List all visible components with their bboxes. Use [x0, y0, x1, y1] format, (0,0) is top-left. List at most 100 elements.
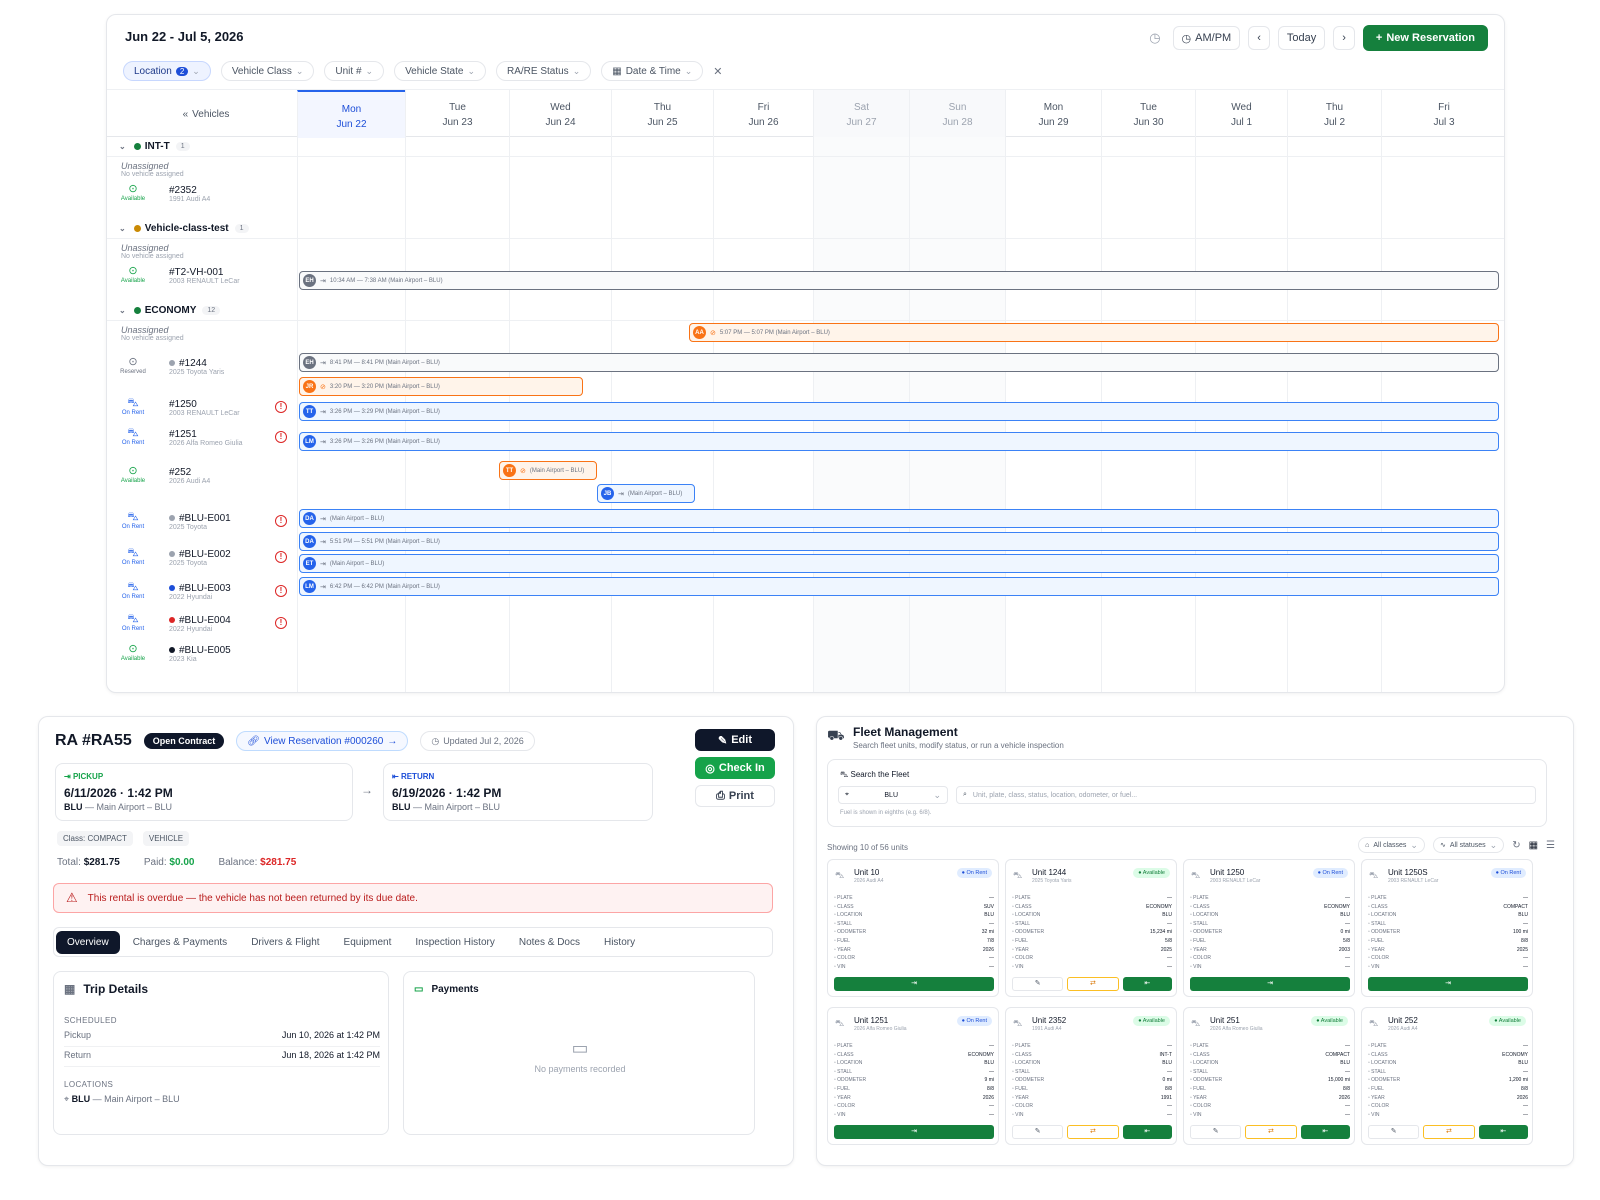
tab-drivers-flight[interactable]: Drivers & Flight	[240, 931, 330, 954]
check-out-button[interactable]: ⇤	[1122, 1125, 1172, 1139]
alert-icon[interactable]: !	[275, 551, 287, 563]
day-column-header[interactable]: Sat Jun 27	[813, 90, 909, 138]
unit-card[interactable]: ⛍ Unit 252 2026 Audi A4 ● Available ▫ PLATE —…	[1361, 1007, 1533, 1145]
booking-bar[interactable]: TT ⊘ (Main Airport – BLU)	[499, 461, 597, 480]
vehicle-row[interactable]: #1251 2026 Alfa Romeo Giulia	[169, 429, 289, 447]
vehicle-row[interactable]: #2352 1991 Audi A4	[169, 185, 289, 203]
swap-button[interactable]: ⇄	[1423, 1125, 1475, 1139]
day-column-header[interactable]: Fri Jul 3	[1381, 90, 1504, 138]
check-out-button[interactable]: ⇤	[1478, 1125, 1528, 1139]
day-column-header[interactable]: Mon Jun 22	[297, 90, 405, 138]
tab-history[interactable]: History	[593, 931, 646, 954]
check-in-button[interactable]: ⇥	[1368, 977, 1528, 991]
day-column-header[interactable]: Tue Jun 30	[1101, 90, 1195, 138]
filter-vehicle-class[interactable]: Vehicle Class ⌄	[220, 61, 315, 81]
check-in-button[interactable]: ⇥	[1190, 977, 1350, 991]
check-out-button[interactable]: ⇤	[1300, 1125, 1350, 1139]
unit-card[interactable]: ⛍ Unit 1250S 2003 RENAULT LeCar ● On Rent ▫ …	[1361, 859, 1533, 997]
all-statuses-filter[interactable]: ∿ All statuses ⌄	[1432, 837, 1505, 853]
edit-unit-button[interactable]: ✎	[1012, 977, 1064, 991]
check-in-button[interactable]: ⇥	[834, 1125, 994, 1139]
vehicle-row[interactable]: #1250 2003 RENAULT LeCar	[169, 399, 289, 417]
tab-inspection-history[interactable]: Inspection History	[404, 931, 505, 954]
check-out-button[interactable]: ⇤	[1122, 977, 1172, 991]
print-button[interactable]: ⎙ Print	[695, 785, 775, 807]
today-button[interactable]: Today	[1277, 26, 1326, 50]
edit-unit-button[interactable]: ✎	[1368, 1125, 1420, 1139]
refresh-icon[interactable]: ↻	[1512, 840, 1520, 851]
day-column-header[interactable]: Tue Jun 23	[405, 90, 509, 138]
vehicle-row[interactable]: #BLU-E003 2022 Hyundai	[169, 583, 289, 601]
booking-bar[interactable]: EH ⇥ 8:41 PM — 8:41 PM (Main Airport – BLU…	[299, 353, 1499, 372]
unit-card[interactable]: ⛍ Unit 10 2026 Audi A4 ● On Rent ▫ PLATE — ▫ C…	[827, 859, 999, 997]
swap-button[interactable]: ⇄	[1067, 977, 1119, 991]
filter-date-time[interactable]: ▦ Date & Time ⌄	[601, 61, 704, 81]
tab-overview[interactable]: Overview	[56, 930, 120, 954]
check-in-button[interactable]: ⇥	[834, 977, 994, 991]
check-in-button[interactable]: ◎ Check In	[695, 757, 775, 779]
alert-icon[interactable]: !	[275, 431, 287, 443]
vehicles-column-header[interactable]: «Vehicles	[107, 90, 305, 138]
unit-card[interactable]: ⛍ Unit 1251 2026 Alfa Romeo Giulia ● On Ren…	[827, 1007, 999, 1145]
filter-ra-re-status[interactable]: RA/RE Status ⌄	[495, 61, 592, 81]
location-select[interactable]: ⌖ BLU ⌄	[838, 786, 948, 804]
swap-button[interactable]: ⇄	[1067, 1125, 1119, 1139]
unit-card[interactable]: ⛍ Unit 1244 2025 Toyota Yaris ● Available ▫ …	[1005, 859, 1177, 997]
day-column-header[interactable]: Wed Jun 24	[509, 90, 611, 138]
booking-bar[interactable]: TT ⇥ 3:26 PM — 3:29 PM (Main Airport – BLU…	[299, 402, 1499, 421]
tab-equipment[interactable]: Equipment	[333, 931, 403, 954]
new-reservation-button[interactable]: + New Reservation	[1362, 25, 1488, 51]
booking-bar[interactable]: DA ⇥ 5:51 PM — 5:51 PM (Main Airport – BLU…	[299, 532, 1499, 551]
swap-button[interactable]: ⇄	[1245, 1125, 1297, 1139]
filter-vehicle-state[interactable]: Vehicle State ⌄	[394, 61, 486, 81]
vehicle-row[interactable]: #T2-VH-001 2003 RENAULT LeCar	[169, 267, 289, 285]
day-column-header[interactable]: Thu Jun 25	[611, 90, 713, 138]
edit-unit-button[interactable]: ✎	[1190, 1125, 1242, 1139]
booking-bar[interactable]: ET ⇥ (Main Airport – BLU)	[299, 554, 1499, 573]
group-row-economy[interactable]: ⌄ ECONOMY 12	[107, 301, 1504, 321]
vehicle-row[interactable]: #1244 2025 Toyota Yaris	[169, 358, 289, 376]
alert-icon[interactable]: !	[275, 617, 287, 629]
vehicle-row[interactable]: #252 2026 Audi A4	[169, 467, 289, 485]
view-reservation-link[interactable]: 🔗︎ View Reservation #000260 →	[236, 731, 409, 751]
booking-bar[interactable]: JB ⇥ (Main Airport – BLU)	[597, 484, 695, 503]
grid-view-icon[interactable]: ▦	[1529, 840, 1538, 851]
next-button[interactable]: ›	[1333, 26, 1355, 50]
filter-unit[interactable]: Unit # ⌄	[324, 61, 385, 81]
alert-icon[interactable]: !	[275, 515, 287, 527]
tab-charges-payments[interactable]: Charges & Payments	[122, 931, 239, 954]
booking-bar[interactable]: AA ⊘ 5:07 PM — 5:07 PM (Main Airport – BLU…	[689, 323, 1499, 342]
group-row-int-t[interactable]: ⌄ INT-T 1	[107, 137, 1504, 157]
day-column-header[interactable]: Mon Jun 29	[1005, 90, 1101, 138]
fleet-search-input[interactable]: ⌕ Unit, plate, class, status, location, o…	[956, 786, 1536, 804]
booking-bar[interactable]: LM ⇥ 6:42 PM — 6:42 PM (Main Airport – BLU…	[299, 577, 1499, 596]
unit-card[interactable]: ⛍ Unit 2352 1991 Audi A4 ● Available ▫ PLATE…	[1005, 1007, 1177, 1145]
list-view-icon[interactable]: ☰	[1546, 840, 1555, 851]
prev-button[interactable]: ‹	[1248, 26, 1270, 50]
booking-bar[interactable]: DA ⇥ (Main Airport – BLU)	[299, 509, 1499, 528]
vehicle-row[interactable]: #BLU-E005 2023 Kia	[169, 645, 289, 663]
booking-bar[interactable]: EH ⇥ 10:34 AM — 7:38 AM (Main Airport – BL…	[299, 271, 1499, 290]
tab-notes-docs[interactable]: Notes & Docs	[508, 931, 591, 954]
clear-filters-icon[interactable]: ✕	[713, 65, 722, 78]
unit-card[interactable]: ⛍ Unit 1250 2003 RENAULT LeCar ● On Rent ▫ P…	[1183, 859, 1355, 997]
booking-bar[interactable]: JR ⊘ 3:20 PM — 3:20 PM (Main Airport – BLU…	[299, 377, 583, 396]
vehicle-row[interactable]: #BLU-E004 2022 Hyundai	[169, 615, 289, 633]
vehicle-row[interactable]: #BLU-E001 2025 Toyota	[169, 513, 289, 531]
alert-icon[interactable]: !	[275, 585, 287, 597]
all-classes-filter[interactable]: ⌂ All classes ⌄	[1358, 837, 1425, 853]
unit-card[interactable]: ⛍ Unit 251 2026 Alfa Romeo Giulia ● Availab…	[1183, 1007, 1355, 1145]
booking-bar[interactable]: LM ⇥ 3:26 PM — 3:26 PM (Main Airport – BLU…	[299, 432, 1499, 451]
ampm-toggle[interactable]: ◷ AM/PM	[1172, 26, 1241, 50]
edit-button[interactable]: ✎ Edit	[695, 729, 775, 751]
filter-location[interactable]: Location 2 ⌄	[123, 61, 211, 81]
day-column-header[interactable]: Sun Jun 28	[909, 90, 1005, 138]
day-column-header[interactable]: Wed Jul 1	[1195, 90, 1287, 138]
alert-icon[interactable]: !	[275, 401, 287, 413]
vehicle-row[interactable]: #BLU-E002 2025 Toyota	[169, 549, 289, 567]
day-column-header[interactable]: Fri Jun 26	[713, 90, 813, 138]
edit-unit-button[interactable]: ✎	[1012, 1125, 1064, 1139]
group-row-vehicle-class-test[interactable]: ⌄ Vehicle-class-test 1	[107, 219, 1504, 239]
timezone-icon[interactable]: ◷	[1145, 26, 1165, 50]
day-column-header[interactable]: Thu Jul 2	[1287, 90, 1381, 138]
